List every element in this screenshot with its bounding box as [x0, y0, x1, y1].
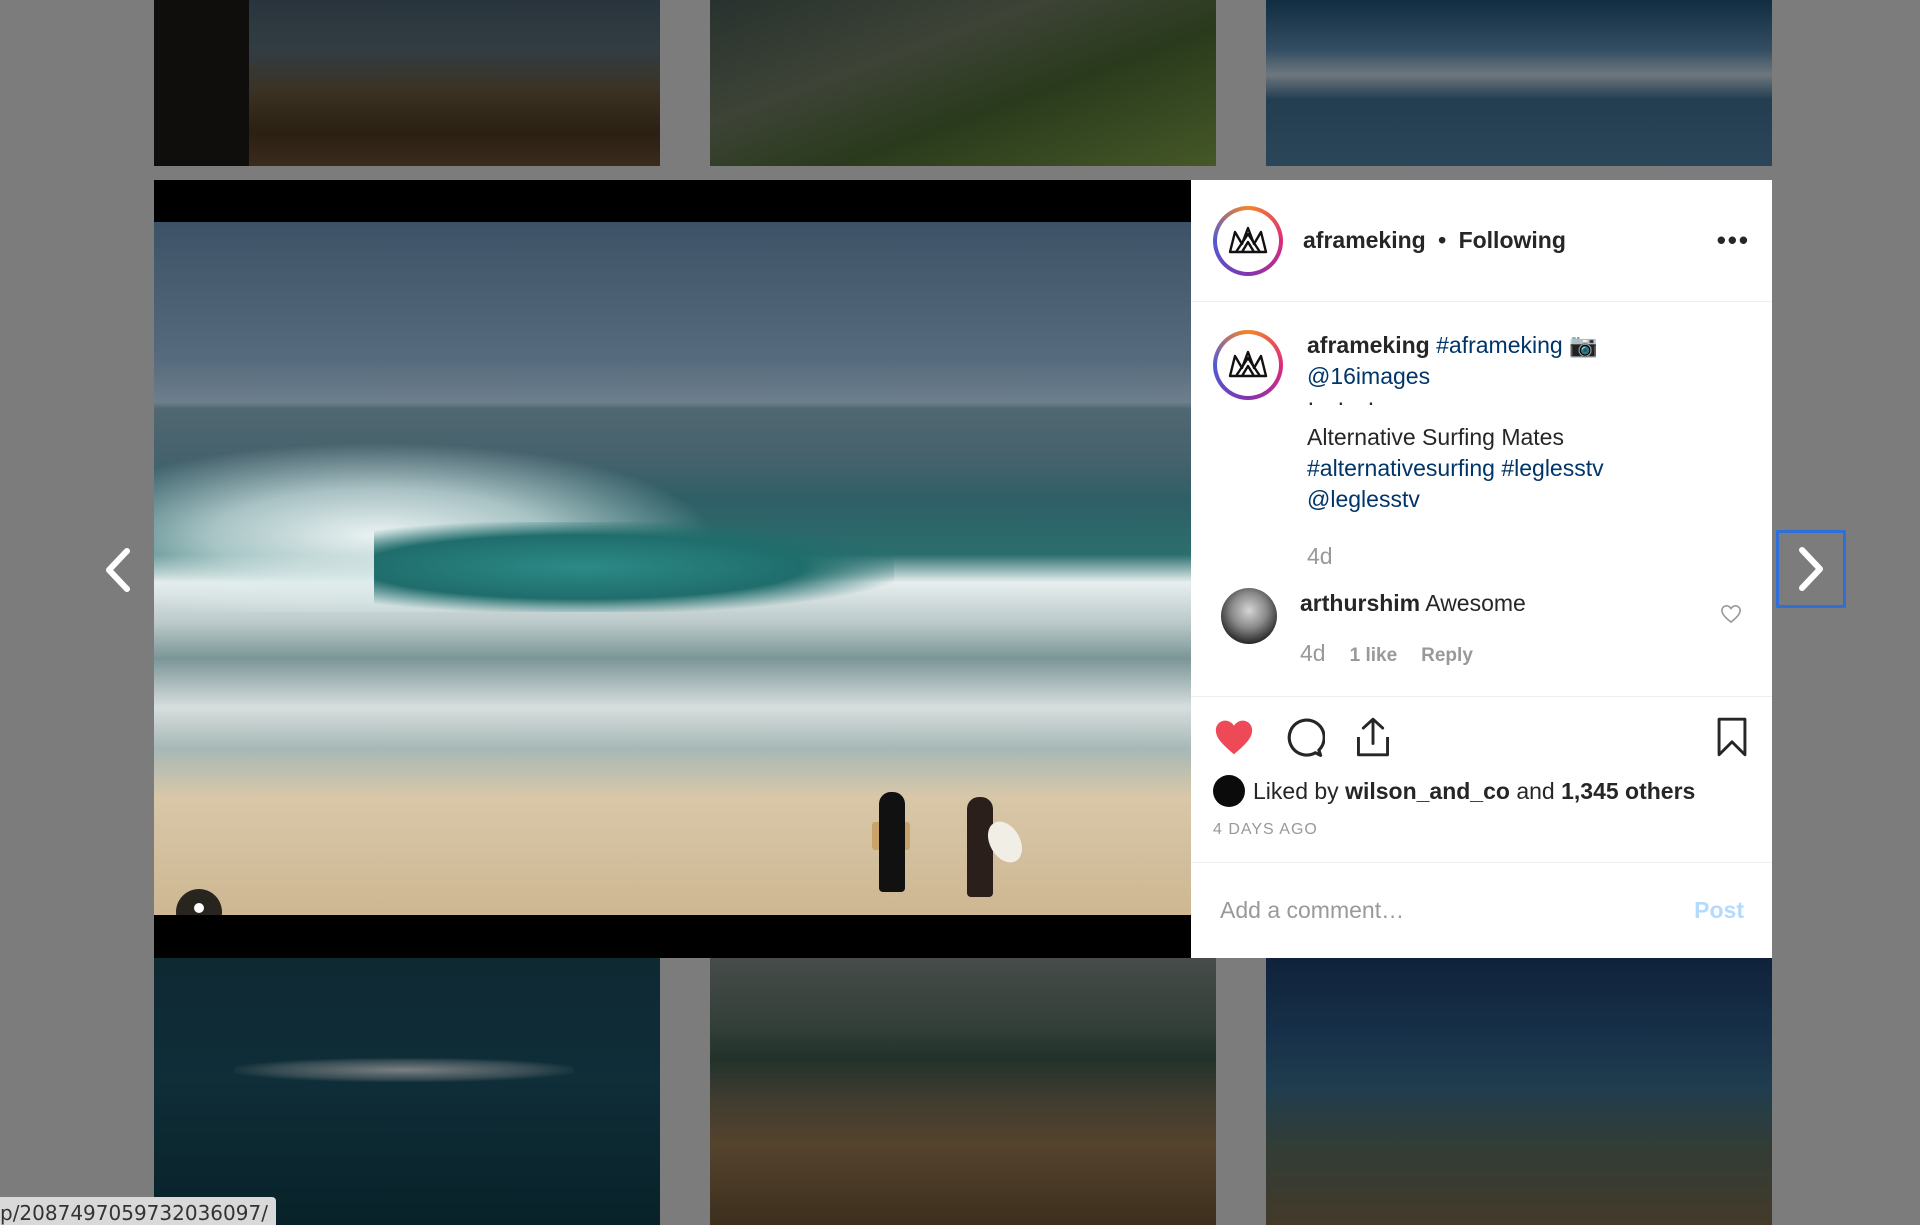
caption: aframeking #aframeking 📷 @16images · · ·…	[1213, 330, 1750, 572]
comment-text: Awesome	[1425, 590, 1526, 616]
comment-input[interactable]	[1220, 897, 1695, 924]
comment-likes-link[interactable]: 1 like	[1350, 641, 1398, 671]
post-sidebar: aframeking • Following ••• aframeking #a…	[1191, 180, 1772, 958]
add-comment-bar: Post	[1191, 862, 1772, 958]
heart-icon	[1215, 720, 1253, 755]
likes-conj: and	[1516, 777, 1555, 804]
chevron-left-icon	[106, 548, 130, 592]
crown-logo-icon	[1228, 226, 1268, 253]
save-button[interactable]	[1714, 716, 1750, 758]
surfer-figure	[967, 797, 993, 897]
grid-thumbnail[interactable]	[1266, 958, 1772, 1225]
comments-section: aframeking #aframeking 📷 @16images · · ·…	[1191, 302, 1772, 696]
grid-thumbnail[interactable]	[710, 0, 1216, 166]
author-username-link[interactable]: aframeking	[1303, 227, 1426, 253]
header-separator: •	[1438, 227, 1447, 253]
grid-thumbnail[interactable]	[154, 0, 660, 166]
liker-avatar[interactable]	[1213, 775, 1245, 807]
caption-username-link[interactable]: aframeking	[1307, 332, 1430, 358]
commenter-avatar[interactable]	[1221, 588, 1277, 644]
caption-dots: · · ·	[1307, 389, 1383, 415]
status-url: p/2087497059732036097/	[0, 1197, 276, 1225]
post-media	[154, 180, 1191, 958]
grid-thumbnail[interactable]	[710, 958, 1216, 1225]
post-header: aframeking • Following •••	[1191, 180, 1772, 302]
share-button[interactable]	[1353, 716, 1393, 758]
chevron-right-icon	[1799, 547, 1823, 591]
hashtag-links[interactable]: #alternativesurfing #leglesstv	[1307, 453, 1604, 484]
bookmark-icon	[1717, 717, 1747, 757]
user-tag-icon	[194, 903, 204, 913]
mention-link[interactable]: @leglesstv	[1307, 484, 1604, 515]
post-photo[interactable]	[154, 222, 1191, 915]
likes-prefix: Liked by	[1253, 777, 1339, 804]
comment-like-button[interactable]	[1720, 604, 1742, 629]
heart-outline-icon	[1721, 604, 1741, 624]
reply-button[interactable]: Reply	[1421, 641, 1473, 671]
post-comment-button[interactable]: Post	[1694, 897, 1744, 924]
likes-others-link[interactable]: 1,345 others	[1561, 778, 1695, 805]
likes-summary: Liked by wilson_and_co and 1,345 others	[1213, 775, 1750, 807]
post-date[interactable]: 4 DAYS AGO	[1213, 821, 1750, 839]
more-options-button[interactable]: •••	[1717, 225, 1750, 256]
hashtag-link[interactable]: #aframeking	[1436, 332, 1563, 358]
comment-time[interactable]: 4d	[1300, 638, 1326, 668]
mention-link[interactable]: @16images	[1307, 361, 1604, 392]
follow-status-button[interactable]: Following	[1459, 227, 1566, 253]
next-post-button[interactable]	[1776, 530, 1846, 608]
crown-logo-icon	[1228, 350, 1268, 378]
comment-item: arthurshim Awesome 4d 1 like Reply	[1213, 588, 1750, 671]
grid-thumbnail[interactable]	[154, 958, 660, 1225]
camera-emoji: 📷	[1569, 332, 1598, 358]
post-modal: aframeking • Following ••• aframeking #a…	[154, 180, 1772, 958]
commenter-username-link[interactable]: arthurshim	[1300, 590, 1420, 616]
header-user-line: aframeking • Following	[1303, 227, 1717, 254]
author-avatar[interactable]	[1213, 205, 1283, 276]
previous-post-button[interactable]	[96, 545, 140, 595]
like-button[interactable]	[1213, 718, 1255, 756]
grid-thumbnail[interactable]	[1266, 0, 1772, 166]
user-tag-button[interactable]	[176, 889, 222, 915]
caption-message: Alternative Surfing Mates	[1307, 424, 1564, 450]
caption-time[interactable]: 4d	[1307, 541, 1604, 572]
comment-icon	[1287, 718, 1325, 757]
wave-barrel	[374, 522, 894, 612]
comment-button[interactable]	[1283, 716, 1325, 758]
post-actions: Liked by wilson_and_co and 1,345 others …	[1191, 696, 1772, 862]
surfer-figure	[879, 792, 905, 892]
liker-username-link[interactable]: wilson_and_co	[1345, 778, 1510, 805]
caption-avatar[interactable]	[1213, 330, 1283, 400]
share-icon	[1357, 717, 1389, 757]
caption-text: aframeking #aframeking 📷 @16images · · ·…	[1307, 330, 1604, 572]
